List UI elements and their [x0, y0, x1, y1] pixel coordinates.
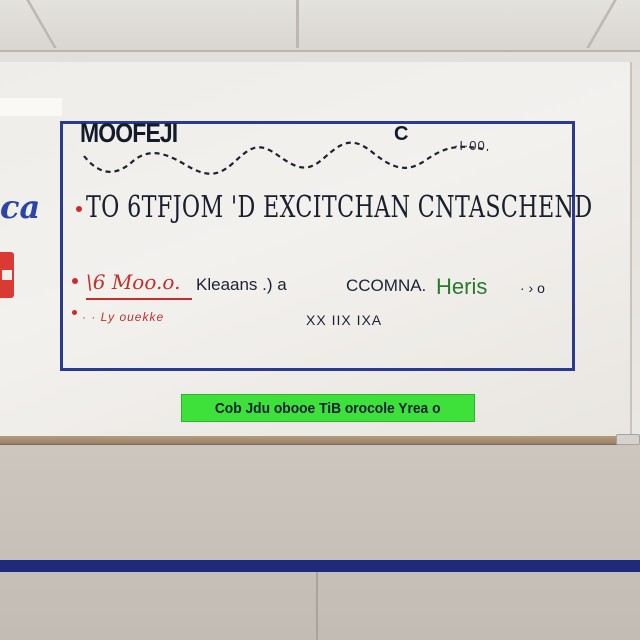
light-glare [0, 98, 62, 116]
red-note: \6 Moo.o. [86, 270, 181, 294]
blue-wall-stripe [0, 560, 640, 572]
tray-eraser [616, 434, 640, 445]
black-note-1: Kleaans .) a [196, 275, 287, 294]
ceiling-seam [296, 0, 299, 48]
red-bullet [72, 278, 78, 284]
marker-tray [0, 436, 630, 445]
board-corner-small: ·I·00 [454, 138, 486, 153]
red-subnote: · · Ly ouekke [82, 310, 165, 324]
board-corner-mark: C [394, 123, 409, 145]
wall-panel-seam [316, 572, 318, 640]
red-bullet [76, 206, 82, 212]
red-underline [86, 298, 192, 300]
after-green-marks: · › o [520, 280, 545, 296]
main-heading-line: TO 6TFJOM 'D EXCITCHAN CNTASCHEND [86, 190, 593, 225]
green-banner-text: Cob Jdu obooe TiB orocole Yrea o [215, 399, 441, 417]
lower-wall [0, 445, 640, 640]
ceiling-seam [26, 0, 57, 48]
ceiling [0, 0, 640, 52]
black-note-2: CCOMNA. [346, 276, 427, 295]
green-word: Heris [436, 274, 488, 299]
green-paper-banner: Cob Jdu obooe TiB orocole Yrea o [181, 394, 475, 422]
dashed-wave-scribble [83, 141, 489, 175]
left-edge-blue-writing: ca [0, 188, 41, 226]
left-edge-red-tag [0, 252, 14, 298]
red-bullet [72, 310, 77, 315]
ceiling-seam [586, 0, 617, 48]
black-subnote: XX IIX IXA [306, 312, 383, 328]
